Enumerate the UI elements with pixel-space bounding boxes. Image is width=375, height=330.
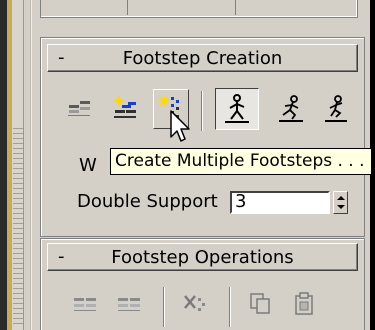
double-support-input[interactable]: 3: [230, 191, 330, 214]
create-footsteps-current-button[interactable]: [109, 91, 143, 127]
scale-footsteps-button[interactable]: [113, 287, 147, 323]
spinner-down-icon[interactable]: [337, 205, 345, 209]
bend-footsteps-icon: [74, 298, 96, 311]
rollout-title: Footstep Operations: [111, 247, 294, 268]
walk-gait-icon: [225, 94, 249, 123]
left-dock-strip: [0, 0, 24, 330]
copy-footsteps-button[interactable]: [245, 287, 279, 323]
panel-divider: [30, 0, 32, 330]
toolbar-separator: [229, 287, 231, 327]
double-support-spinner[interactable]: [333, 191, 348, 214]
walk-footsteps-label: W: [79, 155, 97, 176]
spinner-up-icon[interactable]: [337, 196, 345, 200]
run-gait-button[interactable]: [273, 90, 307, 126]
tooltip: Create Multiple Footsteps . . .: [110, 148, 372, 175]
footstep-creation-rollout: - Footstep Creation W Double Support 3: [40, 37, 365, 237]
footstep-operations-header[interactable]: - Footstep Operations: [47, 243, 358, 271]
rollout-title: Footstep Creation: [122, 48, 283, 69]
walk-gait-button[interactable]: [215, 88, 259, 130]
run-gait-icon: [279, 95, 303, 122]
jump-gait-icon: [325, 95, 347, 122]
create-footsteps-current-icon: [114, 96, 136, 118]
bend-footsteps-button[interactable]: [69, 287, 103, 323]
dock-dark-edge: [0, 0, 7, 330]
delete-footsteps-button[interactable]: [179, 287, 213, 323]
delete-footsteps-icon: [184, 295, 205, 311]
mouse-pointer-icon: [170, 110, 190, 142]
create-footsteps-append-button[interactable]: [63, 91, 97, 127]
copy-icon: [250, 293, 270, 314]
create-footsteps-append-icon: [68, 101, 90, 116]
footstep-operations-rollout: - Footstep Operations: [40, 238, 365, 330]
remnant-divider: [127, 0, 128, 15]
double-support-label: Double Support: [77, 191, 218, 212]
toolbar-separator: [163, 287, 165, 327]
paste-footsteps-button[interactable]: [289, 287, 323, 323]
scale-footsteps-icon: [118, 298, 140, 311]
paste-icon: [295, 292, 313, 315]
dock-ruler-ticks: [13, 128, 23, 328]
previous-rollout-bottom: [40, 0, 358, 18]
remnant-divider: [235, 0, 236, 15]
dock-gold-stripe: [7, 0, 12, 330]
jump-gait-button[interactable]: [319, 90, 353, 126]
toolbar-separator: [201, 91, 203, 131]
footstep-creation-header[interactable]: - Footstep Creation: [47, 44, 358, 72]
